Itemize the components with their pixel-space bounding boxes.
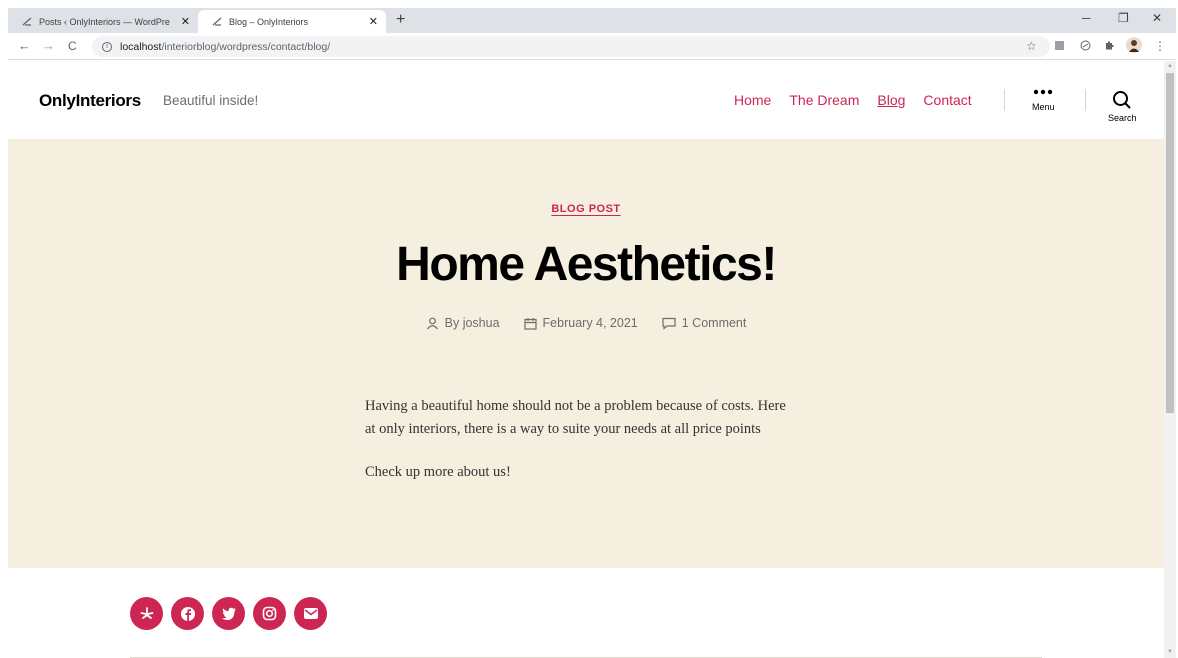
nav-item-blog[interactable]: Blog	[877, 92, 905, 108]
tab-title: Blog – OnlyInteriors	[229, 16, 309, 27]
date-link[interactable]: February 4, 2021	[543, 316, 638, 330]
scroll-down-arrow-icon[interactable]: ▼	[1167, 649, 1173, 655]
post-category: BLOG POST	[8, 199, 1164, 217]
category-link[interactable]: BLOG POST	[551, 203, 620, 215]
restore-button[interactable]: ❐	[1118, 11, 1129, 25]
post-meta: By joshua February 4, 2021 1 Comment	[8, 316, 1164, 330]
social-menu	[130, 597, 327, 630]
primary-menu: Home The Dream Blog Contact	[734, 92, 972, 108]
page-scrollbar[interactable]: ▲ ▼	[1164, 61, 1176, 658]
address-bar[interactable]: i localhost/interiorblog/wordpress/conta…	[92, 36, 1050, 57]
calendar-icon	[523, 317, 537, 330]
scroll-up-arrow-icon[interactable]: ▲	[1167, 63, 1173, 69]
site-title[interactable]: OnlyInteriors	[39, 91, 141, 111]
nav-item-contact[interactable]: Contact	[923, 92, 971, 108]
comment-icon	[662, 317, 676, 330]
ellipsis-icon	[1034, 89, 1053, 95]
tab-title: Posts ‹ OnlyInteriors — WordPre	[39, 16, 170, 27]
site-header: OnlyInteriors Beautiful inside! Home The…	[8, 61, 1164, 139]
site-info-icon[interactable]: i	[102, 41, 112, 52]
nav-item-the-dream[interactable]: The Dream	[789, 92, 859, 108]
search-icon	[1113, 91, 1131, 109]
search-label: Search	[1108, 113, 1137, 123]
browser-toolbar: ← → C i localhost/interiorblog/wordpress…	[8, 33, 1176, 60]
instagram-icon[interactable]	[253, 597, 286, 630]
twitter-icon[interactable]	[212, 597, 245, 630]
url-path: /interiorblog/wordpress/contact/blog/	[161, 40, 331, 53]
tab-posts[interactable]: Posts ‹ OnlyInteriors — WordPre ✕	[8, 10, 198, 33]
minimize-button[interactable]: ─	[1082, 11, 1091, 25]
header-divider	[1085, 89, 1086, 111]
search-toggle[interactable]: Search	[1108, 90, 1137, 123]
wordpress-favicon-icon	[22, 16, 33, 27]
window-close-button[interactable]: ✕	[1152, 11, 1162, 25]
browser-menu-icon[interactable]: ⋮	[1154, 40, 1166, 52]
wordpress-favicon-icon	[212, 16, 223, 27]
site-description: Beautiful inside!	[163, 93, 259, 108]
back-button[interactable]: ←	[18, 39, 31, 53]
nav-item-home[interactable]: Home	[734, 92, 771, 108]
close-tab-icon[interactable]: ✕	[181, 15, 190, 28]
facebook-icon[interactable]	[171, 597, 204, 630]
author-link[interactable]: By joshua	[445, 316, 500, 330]
post-paragraph: Check up more about us!	[365, 464, 511, 480]
post-content: Having a beautiful home should not be a …	[365, 395, 795, 484]
url-host: localhost	[120, 40, 162, 53]
header-divider	[1004, 89, 1005, 111]
extension-icon[interactable]	[1054, 40, 1065, 53]
post-date: February 4, 2021	[523, 316, 638, 330]
extension-icon[interactable]	[1080, 40, 1091, 53]
forward-button[interactable]: →	[42, 39, 55, 53]
post-title: Home Aesthetics!	[396, 238, 777, 291]
post-author: By joshua	[426, 316, 500, 330]
comments-link[interactable]: 1 Comment	[682, 316, 747, 330]
scrollbar-thumb[interactable]	[1166, 73, 1174, 413]
close-tab-icon[interactable]: ✕	[369, 15, 378, 28]
reload-button[interactable]: C	[68, 39, 77, 53]
yelp-icon[interactable]	[130, 597, 163, 630]
post-paragraph: Having a beautiful home should not be a …	[365, 398, 786, 437]
email-icon[interactable]	[294, 597, 327, 630]
new-tab-button[interactable]: +	[396, 12, 405, 28]
menu-label: Menu	[1032, 102, 1055, 112]
extensions-puzzle-icon[interactable]	[1104, 40, 1115, 53]
bookmark-star-icon[interactable]: ☆	[1026, 40, 1037, 52]
post-hero: BLOG POST Home Aesthetics! By joshua Feb…	[8, 139, 1164, 568]
browser-tabstrip: Posts ‹ OnlyInteriors — WordPre ✕ Blog –…	[8, 8, 1176, 33]
menu-toggle[interactable]: Menu	[1032, 88, 1055, 112]
tab-blog[interactable]: Blog – OnlyInteriors ✕	[198, 10, 386, 33]
user-icon	[426, 317, 438, 329]
post-comments: 1 Comment	[662, 316, 747, 330]
profile-avatar[interactable]	[1126, 37, 1142, 55]
